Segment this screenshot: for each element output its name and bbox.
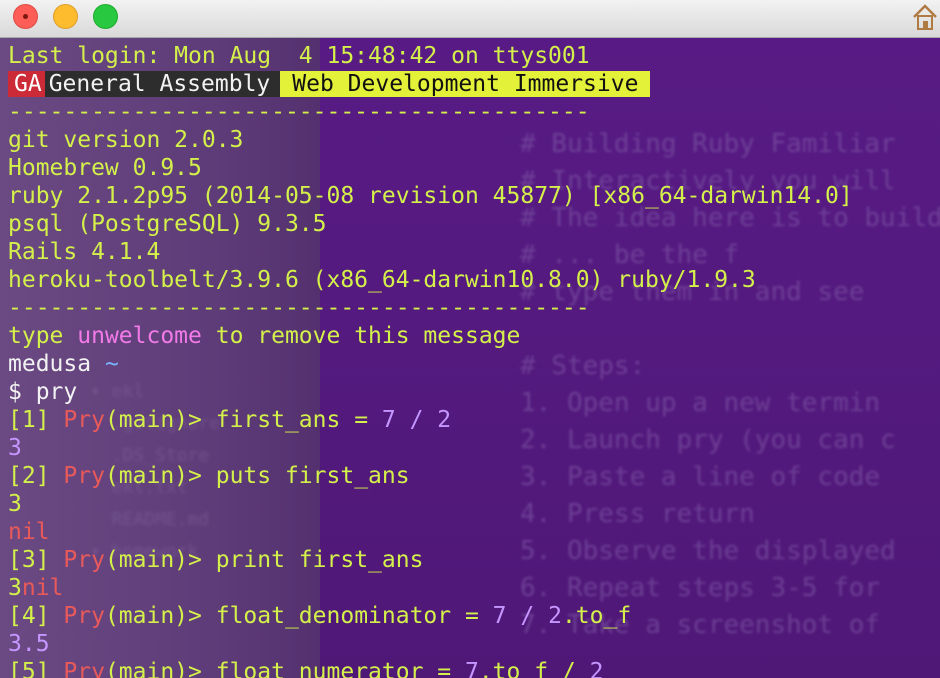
prompt-path: ~ (104, 351, 119, 377)
zoom-button[interactable] (93, 4, 118, 29)
pry-input-line: [1] Pry(main)> first_ans = 7 / 2 (8, 407, 452, 433)
pry-result-line: 3nil (8, 575, 64, 601)
separator-line: ----------------------------------------… (8, 99, 590, 125)
terminal-output: Last login: Mon Aug 4 15:48:42 on ttys00… (8, 42, 853, 678)
pry-input-line: [5] Pry(main)> float_numerator = 7.to_f … (8, 659, 604, 678)
home-icon[interactable] (912, 3, 938, 31)
version-line: heroku-toolbelt/3.9.6 (x86_64-darwin10.8… (8, 267, 756, 293)
minimize-button[interactable] (53, 4, 78, 29)
command-line: $ pry (8, 379, 78, 405)
terminal-window[interactable]: # Building Ruby Familiar # Interactively… (0, 38, 940, 678)
pry-result-line: 3 (8, 435, 22, 461)
ga-banner: GA General Assembly Web Development Immers… (8, 70, 853, 98)
separator-line: ----------------------------------------… (8, 295, 590, 321)
wdi-badge: Web Development Immersive (280, 71, 651, 97)
close-dot-icon (23, 14, 28, 19)
version-line: Homebrew 0.9.5 (8, 155, 202, 181)
general-assembly-badge: General Assembly (44, 71, 281, 97)
ga-badge: GA (8, 71, 45, 97)
pry-input-line: [2] Pry(main)> puts first_ans (8, 463, 410, 489)
pry-input-line: [3] Pry(main)> print first_ans (8, 547, 424, 573)
pry-result-line: nil (8, 519, 50, 545)
close-button[interactable] (13, 4, 38, 29)
version-line: git version 2.0.3 (8, 127, 244, 153)
prompt-line: medusa ~ (8, 350, 853, 378)
last-login-line: Last login: Mon Aug 4 15:48:42 on ttys00… (8, 43, 590, 69)
unwelcome-command: unwelcome (77, 323, 202, 349)
unwelcome-hint: type unwelcome to remove this message (8, 323, 521, 349)
version-line: psql (PostgreSQL) 9.3.5 (8, 211, 327, 237)
version-line: Rails 4.1.4 (8, 239, 161, 265)
pry-input-line: [4] Pry(main)> float_denominator = 7 / 2… (8, 603, 632, 629)
version-line: ruby 2.1.2p95 (2014-05-08 revision 45877… (8, 183, 853, 209)
window-titlebar (0, 0, 940, 38)
pry-result-line: 3.5 (8, 631, 50, 657)
prompt-host: medusa (8, 351, 92, 377)
pry-output-line: 3 (8, 491, 22, 517)
